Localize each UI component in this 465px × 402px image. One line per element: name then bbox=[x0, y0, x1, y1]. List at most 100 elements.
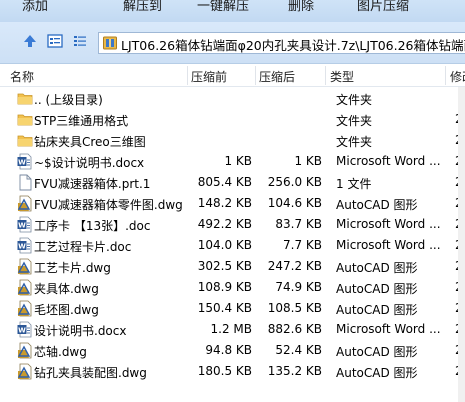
one-click-extract-button[interactable]: 一键解压 bbox=[197, 0, 249, 14]
file-type: Microsoft Word ... bbox=[336, 238, 441, 252]
file-row[interactable]: 钻孔夹具装配图.dwg180.5 KB135.2 KBAutoCAD 图形2 bbox=[0, 361, 465, 382]
archive-icon bbox=[103, 36, 117, 50]
delete-button[interactable]: 删除 bbox=[288, 0, 314, 14]
dwg-icon bbox=[17, 258, 33, 275]
file-list: .. (上级目录)文件夹STP三维通用格式文件夹2钻床夹具Creo三维图文件夹2… bbox=[0, 88, 465, 382]
file-packed-size: 1 KB bbox=[294, 154, 322, 168]
file-type: Microsoft Word ... bbox=[336, 322, 441, 336]
word-icon: W bbox=[17, 153, 33, 170]
toolbar: 添加 解压到 一键解压 删除 图片压缩 bbox=[0, 0, 465, 22]
column-divider[interactable] bbox=[255, 66, 256, 85]
file-size: 492.2 KB bbox=[197, 217, 252, 231]
dwg-icon bbox=[17, 300, 33, 317]
file-row[interactable]: STP三维通用格式文件夹2 bbox=[0, 109, 465, 130]
file-packed-size: 104.6 KB bbox=[267, 196, 322, 210]
file-size: 1.2 MB bbox=[210, 322, 252, 336]
file-size: 148.2 KB bbox=[197, 196, 252, 210]
file-name: 工艺过程卡片.doc bbox=[34, 240, 132, 254]
word-icon: W bbox=[17, 321, 33, 338]
file-type: AutoCAD 图形 bbox=[336, 366, 418, 380]
column-name[interactable]: 名称 bbox=[10, 68, 34, 85]
file-row[interactable]: W 工序卡 【13张】.doc 492.2 KB 83.7 KB Microsoft W… bbox=[0, 214, 465, 235]
column-size[interactable]: 压缩前 bbox=[191, 68, 227, 85]
file-packed-size: 7.7 KB bbox=[283, 238, 322, 252]
file-row[interactable]: FVU减速器箱体零件图.dwg 148.2 KB 104.6 KB AutoCAD 图… bbox=[0, 193, 465, 214]
word-icon: W bbox=[17, 237, 33, 254]
file-size: 108.9 KB bbox=[197, 280, 252, 294]
file-name: 芯轴.dwg bbox=[34, 345, 87, 359]
file-packed-size: 83.7 KB bbox=[275, 217, 322, 231]
file-type: AutoCAD 图形 bbox=[336, 303, 418, 317]
file-name: ~$设计说明书.docx bbox=[34, 156, 145, 170]
add-button[interactable]: 添加 bbox=[22, 0, 48, 14]
file-row[interactable]: 毛坯图.dwg150.4 KB108.5 KBAutoCAD 图形2 bbox=[0, 298, 465, 319]
file-packed-size: 256.0 KB bbox=[267, 175, 322, 189]
file-size: 180.5 KB bbox=[197, 364, 252, 378]
file-name: STP三维通用格式 bbox=[34, 114, 129, 128]
address-path: LJT06.26箱体钻端面φ20内孔夹具设计.7z\LJT06.26箱体钻端面φ bbox=[121, 38, 465, 53]
file-size: 805.4 KB bbox=[197, 175, 252, 189]
column-divider[interactable] bbox=[187, 66, 188, 85]
file-packed-size: 108.5 KB bbox=[267, 301, 322, 315]
column-packed[interactable]: 压缩后 bbox=[259, 68, 295, 85]
file-packed-size: 52.4 KB bbox=[275, 343, 322, 357]
file-type: 文件夹 bbox=[336, 114, 373, 128]
folder-icon bbox=[17, 132, 33, 149]
file-name: FVU减速器箱体零件图.dwg bbox=[34, 198, 183, 212]
svg-text:W: W bbox=[18, 242, 26, 250]
image-compress-button[interactable]: 图片压缩 bbox=[357, 0, 409, 14]
file-row[interactable]: 芯轴.dwg94.8 KB52.4 KBAutoCAD 图形2 bbox=[0, 340, 465, 361]
file-packed-size: 247.2 KB bbox=[267, 259, 322, 273]
file-type: Microsoft Word ... bbox=[336, 217, 441, 231]
svg-text:W: W bbox=[18, 326, 26, 334]
file-size: 150.4 KB bbox=[197, 301, 252, 315]
file-packed-size: 882.6 KB bbox=[267, 322, 322, 336]
file-packed-size: 135.2 KB bbox=[267, 364, 322, 378]
file-type: AutoCAD 图形 bbox=[336, 198, 418, 212]
file-row[interactable]: .. (上级目录) 文件夹 bbox=[0, 88, 465, 109]
file-name: 设计说明书.docx bbox=[34, 324, 127, 338]
file-type: AutoCAD 图形 bbox=[336, 261, 418, 275]
folder-icon bbox=[17, 90, 33, 107]
svg-text:W: W bbox=[18, 158, 26, 166]
file-name: 钻床夹具Creo三维图 bbox=[34, 135, 146, 149]
file-size: 94.8 KB bbox=[205, 343, 252, 357]
file-name: 钻孔夹具装配图.dwg bbox=[34, 366, 147, 380]
dwg-icon bbox=[17, 195, 33, 212]
file-row[interactable]: 钻床夹具Creo三维图文件夹2 bbox=[0, 130, 465, 151]
file-size: 302.5 KB bbox=[197, 259, 252, 273]
address-field[interactable]: LJT06.26箱体钻端面φ20内孔夹具设计.7z\LJT06.26箱体钻端面φ bbox=[98, 32, 465, 54]
dwg-icon bbox=[17, 279, 33, 296]
word-icon: W bbox=[17, 216, 33, 233]
file-packed-size: 74.9 KB bbox=[275, 280, 322, 294]
up-arrow-icon[interactable] bbox=[22, 33, 38, 49]
vertical-scrollbar[interactable] bbox=[458, 87, 465, 402]
dwg-icon bbox=[17, 363, 33, 380]
file-type: AutoCAD 图形 bbox=[336, 282, 418, 296]
file-icon bbox=[17, 174, 33, 191]
file-size: 104.0 KB bbox=[197, 238, 252, 252]
list-view-icon[interactable] bbox=[72, 33, 88, 49]
address-bar-row: LJT06.26箱体钻端面φ20内孔夹具设计.7z\LJT06.26箱体钻端面φ bbox=[0, 22, 465, 64]
column-divider[interactable] bbox=[325, 66, 326, 85]
file-row[interactable]: W 设计说明书.docx 1.2 MB 882.6 KB Microsoft Word … bbox=[0, 319, 465, 340]
column-divider[interactable] bbox=[445, 66, 446, 85]
extract-to-button[interactable]: 解压到 bbox=[123, 0, 162, 14]
column-type[interactable]: 类型 bbox=[330, 68, 354, 85]
file-type: 文件夹 bbox=[336, 135, 373, 149]
file-row[interactable]: 夹具体.dwg108.9 KB74.9 KBAutoCAD 图形2 bbox=[0, 277, 465, 298]
file-type: 文件夹 bbox=[336, 93, 373, 107]
file-row[interactable]: 工艺卡片.dwg302.5 KB247.2 KBAutoCAD 图形2 bbox=[0, 256, 465, 277]
file-row[interactable]: W~$设计说明书.docx1 KB1 KBMicrosoft Word ...2 bbox=[0, 151, 465, 172]
file-name: 夹具体.dwg bbox=[34, 282, 99, 296]
file-row[interactable]: W 工艺过程卡片.doc 104.0 KB 7.7 KB Microsoft Word … bbox=[0, 235, 465, 256]
dwg-icon bbox=[17, 342, 33, 359]
column-modified[interactable]: 修改 bbox=[450, 68, 465, 85]
details-view-icon[interactable] bbox=[47, 33, 63, 49]
file-type: AutoCAD 图形 bbox=[336, 345, 418, 359]
file-name: 工序卡 【13张】.doc bbox=[34, 219, 151, 233]
file-row[interactable]: FVU减速器箱体.prt.1805.4 KB256.0 KB1 文件2 bbox=[0, 172, 465, 193]
file-type: 1 文件 bbox=[336, 177, 372, 191]
file-name: 毛坯图.dwg bbox=[34, 303, 99, 317]
file-name: FVU减速器箱体.prt.1 bbox=[34, 177, 151, 191]
